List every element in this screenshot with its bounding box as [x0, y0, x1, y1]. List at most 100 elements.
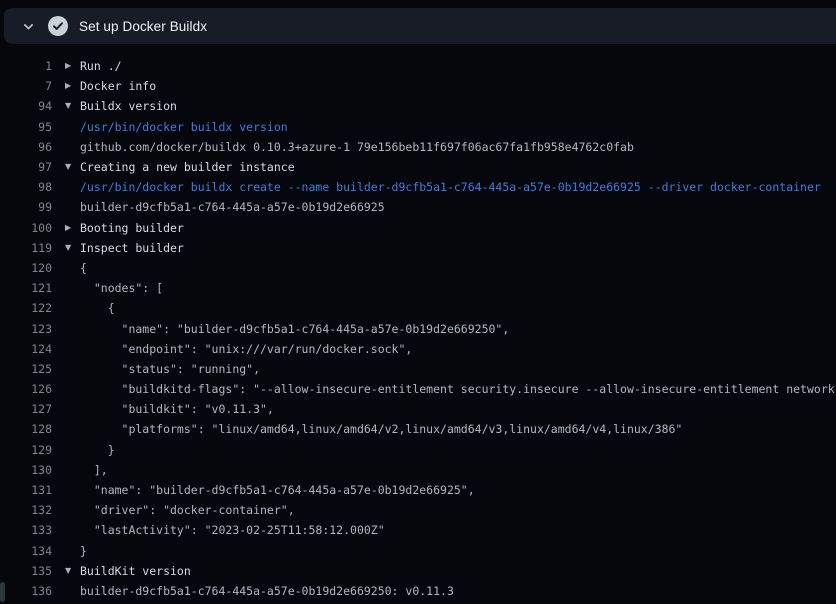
chevron-down-icon[interactable]	[22, 20, 35, 33]
line-number[interactable]: 94	[0, 99, 52, 113]
log-lines: 1 ▶ Run ./ 7 ▶ Docker info 94 ▼ Buildx version 95…	[0, 56, 836, 601]
output-text: builder-d9cfb5a1-c764-445a-a57e-0b19d2e6…	[80, 200, 385, 214]
output-text: "nodes": [	[80, 281, 163, 295]
line-number[interactable]: 119	[0, 241, 52, 255]
triangle-down-icon[interactable]: ▼	[65, 244, 71, 252]
group-title[interactable]: Run ./	[80, 59, 122, 73]
log-line: 122 {	[0, 298, 836, 318]
log-line: 124 "endpoint": "unix:///var/run/docker.…	[0, 339, 836, 359]
log-line: 126 "buildkitd-flags": "--allow-insecure…	[0, 379, 836, 399]
log-line: 125 "status": "running",	[0, 359, 836, 379]
log-line: 127 "buildkit": "v0.11.3",	[0, 399, 836, 419]
log-line: 133 "lastActivity": "2023-02-25T11:58:12…	[0, 520, 836, 540]
output-text: "driver": "docker-container",	[80, 503, 295, 517]
log-line: 135 ▼ BuildKit version	[0, 561, 836, 581]
output-text: }	[80, 544, 87, 558]
log-line: 1 ▶ Run ./	[0, 56, 836, 76]
output-text: ],	[80, 463, 108, 477]
output-text: {	[80, 261, 87, 275]
triangle-down-icon[interactable]: ▼	[65, 102, 71, 110]
output-text: "status": "running",	[80, 362, 260, 376]
line-number[interactable]: 123	[0, 322, 52, 336]
group-title[interactable]: Booting builder	[80, 221, 184, 235]
log-line: 123 "name": "builder-d9cfb5a1-c764-445a-…	[0, 318, 836, 338]
log-line: 96 github.com/docker/buildx 0.10.3+azure-…	[0, 137, 836, 157]
log-line: 94 ▼ Buildx version	[0, 96, 836, 116]
log-line: 119 ▼ Inspect builder	[0, 238, 836, 258]
triangle-right-icon[interactable]: ▶	[65, 62, 71, 70]
triangle-down-icon[interactable]: ▼	[65, 163, 71, 171]
log-line: 130 ],	[0, 460, 836, 480]
log-line: 7 ▶ Docker info	[0, 76, 836, 96]
line-number[interactable]: 124	[0, 342, 52, 356]
log-line: 97 ▼ Creating a new builder instance	[0, 157, 836, 177]
output-text: {	[80, 301, 115, 315]
triangle-right-icon[interactable]: ▶	[65, 224, 71, 232]
line-number[interactable]: 7	[0, 79, 52, 93]
gutter: ▼	[52, 567, 80, 575]
output-text: "name": "builder-d9cfb5a1-c764-445a-a57e…	[80, 483, 475, 497]
output-text: "buildkitd-flags": "--allow-insecure-ent…	[80, 382, 836, 396]
output-text: "endpoint": "unix:///var/run/docker.sock…	[80, 342, 412, 356]
output-text: "platforms": "linux/amd64,linux/amd64/v2…	[80, 422, 682, 436]
line-number[interactable]: 134	[0, 544, 52, 558]
log-line: 120 {	[0, 258, 836, 278]
line-number[interactable]: 135	[0, 564, 52, 578]
line-number[interactable]: 120	[0, 261, 52, 275]
gutter: ▶	[52, 82, 80, 90]
log-line: 98/usr/bin/docker buildx create --name b…	[0, 177, 836, 197]
group-title[interactable]: Buildx version	[80, 99, 177, 113]
line-number[interactable]: 97	[0, 160, 52, 174]
line-number[interactable]: 136	[0, 584, 52, 598]
line-number[interactable]: 132	[0, 503, 52, 517]
line-number[interactable]: 126	[0, 382, 52, 396]
command-text: /usr/bin/docker buildx create --name bui…	[80, 180, 821, 194]
output-text: github.com/docker/buildx 0.10.3+azure-1 …	[80, 140, 634, 154]
triangle-down-icon[interactable]: ▼	[65, 567, 71, 575]
step-header[interactable]: Set up Docker Buildx	[4, 8, 836, 44]
line-number[interactable]: 95	[0, 120, 52, 134]
gutter: ▼	[52, 244, 80, 252]
log-line: 136builder-d9cfb5a1-c764-445a-a57e-0b19d…	[0, 581, 836, 601]
line-number[interactable]: 133	[0, 523, 52, 537]
line-number[interactable]: 129	[0, 443, 52, 457]
line-number[interactable]: 98	[0, 180, 52, 194]
line-number[interactable]: 1	[0, 59, 52, 73]
line-number[interactable]: 99	[0, 200, 52, 214]
log-line: 99 builder-d9cfb5a1-c764-445a-a57e-0b19d2…	[0, 197, 836, 217]
line-number[interactable]: 127	[0, 402, 52, 416]
line-number[interactable]: 96	[0, 140, 52, 154]
output-text: "buildkit": "v0.11.3",	[80, 402, 274, 416]
gutter: ▼	[52, 102, 80, 110]
gutter: ▶	[52, 224, 80, 232]
output-text: "lastActivity": "2023-02-25T11:58:12.000…	[80, 523, 385, 537]
log-line: 131 "name": "builder-d9cfb5a1-c764-445a-…	[0, 480, 836, 500]
command-text: /usr/bin/docker buildx version	[80, 120, 288, 134]
scrollbar-thumb[interactable]	[0, 582, 5, 602]
group-title[interactable]: BuildKit version	[80, 564, 191, 578]
gutter: ▼	[52, 163, 80, 171]
triangle-right-icon[interactable]: ▶	[65, 82, 71, 90]
line-number[interactable]: 122	[0, 301, 52, 315]
log-line: 132 "driver": "docker-container",	[0, 500, 836, 520]
output-text: "name": "builder-d9cfb5a1-c764-445a-a57e…	[80, 322, 509, 336]
line-number[interactable]: 121	[0, 281, 52, 295]
log-line: 134}	[0, 541, 836, 561]
log-line: 121 "nodes": [	[0, 278, 836, 298]
group-title[interactable]: Inspect builder	[80, 241, 184, 255]
line-number[interactable]: 130	[0, 463, 52, 477]
line-number[interactable]: 131	[0, 483, 52, 497]
gutter: ▶	[52, 62, 80, 70]
line-number[interactable]: 128	[0, 422, 52, 436]
log-line: 95/usr/bin/docker buildx version	[0, 117, 836, 137]
output-text: }	[80, 443, 115, 457]
line-number[interactable]: 125	[0, 362, 52, 376]
group-title[interactable]: Docker info	[80, 79, 156, 93]
check-circle-success-icon	[48, 16, 68, 36]
line-number[interactable]: 100	[0, 221, 52, 235]
group-title[interactable]: Creating a new builder instance	[80, 160, 295, 174]
log-line: 100 ▶ Booting builder	[0, 218, 836, 238]
step-title: Set up Docker Buildx	[79, 19, 207, 34]
log-line: 128 "platforms": "linux/amd64,linux/amd6…	[0, 419, 836, 439]
actions-log-viewer: Set up Docker Buildx 1 ▶ Run ./ 7 ▶ Docker in…	[0, 0, 836, 604]
